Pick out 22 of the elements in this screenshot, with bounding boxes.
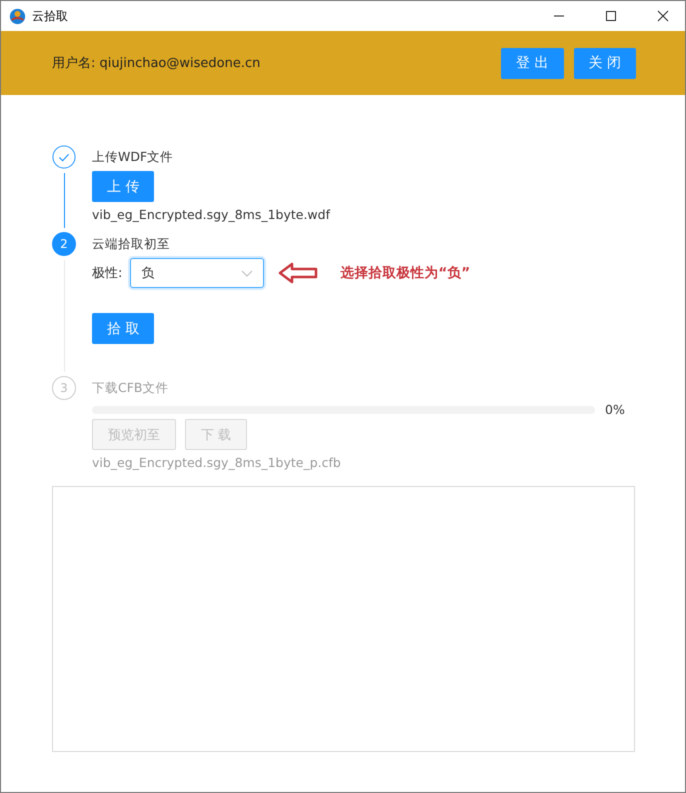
field-label: 极性: [92, 265, 122, 282]
extract-button[interactable]: 拾 取 [92, 313, 154, 344]
progress-reading: 0% [605, 402, 626, 417]
step-number: 2 [52, 232, 76, 256]
close-icon[interactable] [657, 10, 669, 22]
step-number: 3 [52, 376, 76, 400]
user-label: 用户名: qiujinchao@wisedone.cn [52, 55, 260, 72]
file-name: vib_eg_Encrypted.sgy_8ms_1byte.wdf [92, 207, 332, 222]
upload-button[interactable]: 上 传 [92, 171, 154, 202]
header-button[interactable]: 登 出 [501, 48, 564, 78]
step-title: 上传WDF文件 [92, 149, 174, 166]
annotation-text: 选择拾取极性为“负” [340, 264, 470, 282]
app-logo-icon [9, 8, 26, 24]
header-button[interactable]: 关 闭 [574, 48, 636, 78]
arrow-icon [278, 262, 318, 284]
chevron-down-icon [241, 270, 254, 276]
maximize-icon[interactable] [605, 10, 617, 22]
step-title: 下载CFB文件 [92, 380, 170, 397]
file-name: vib_eg_Encrypted.sgy_8ms_1byte_p.cfb [92, 455, 342, 470]
polarity-select[interactable]: 负 [130, 258, 264, 288]
window-title: 云拾取 [32, 8, 68, 24]
step-title: 云端拾取初至 [92, 236, 171, 253]
